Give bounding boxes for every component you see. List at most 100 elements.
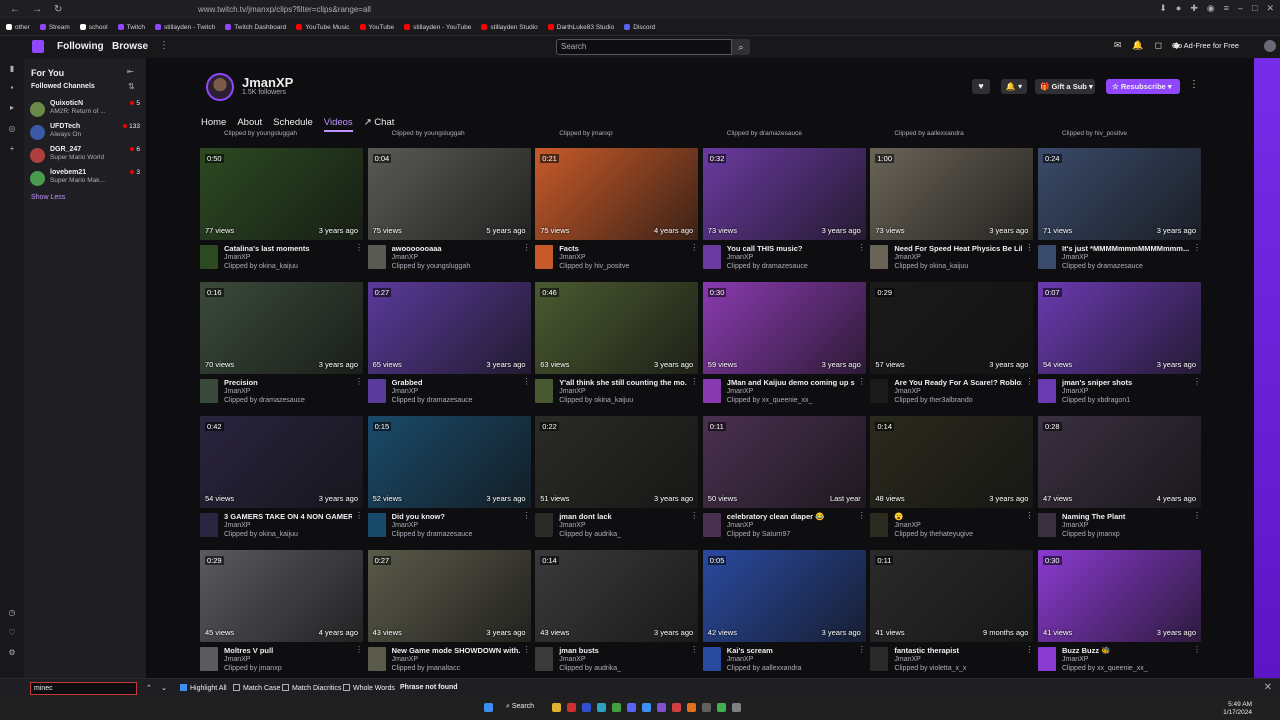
clip-more-icon[interactable]: ⋮ [690, 377, 698, 386]
clip-thumbnail[interactable]: 0:16 70 views 3 years ago [200, 282, 363, 374]
clip-thumbnail[interactable]: 0:05 42 views 3 years ago [702, 550, 866, 642]
clip-card[interactable]: 0:30 41 views 3 years ago Buzz Buzz 🐝 JmanXP… [1038, 550, 1201, 678]
clip-card[interactable]: 0:46 63 views 3 years ago Y'all think she s… [535, 282, 699, 414]
channel-avatar[interactable] [535, 245, 554, 269]
bookmark-item[interactable]: Stream [39, 24, 70, 31]
clip-card[interactable]: 0:30 59 views 3 years ago JMan and Kaijuu d… [702, 282, 866, 414]
files-icon[interactable] [552, 703, 561, 712]
clip-more-icon[interactable]: ⋮ [355, 645, 363, 654]
clip-clipper[interactable]: Clipped by Saturn97 [727, 531, 790, 538]
clip-clipper[interactable]: Clipped by dramazesauce [224, 397, 305, 404]
bookmark-item[interactable]: stillayden Studio [481, 24, 538, 31]
go-ad-free-button[interactable]: Go Ad-Free for Free [1172, 41, 1239, 50]
clip-title[interactable]: awooooooaaa [392, 244, 520, 253]
find-next-icon[interactable]: ⌄ [161, 684, 167, 692]
channel-avatar[interactable] [870, 513, 889, 537]
channel-avatar[interactable] [702, 379, 721, 403]
forward-icon[interactable]: → [32, 4, 42, 15]
clip-thumbnail[interactable]: 0:11 50 views Last year [702, 416, 866, 508]
clip-title[interactable]: Facts [559, 244, 687, 253]
profile-avatar[interactable] [1264, 40, 1276, 52]
clip-clipper[interactable]: Clipped by aallexxandra [727, 665, 802, 672]
download-icon[interactable]: ⬇ [1159, 3, 1167, 14]
sidebar-channel-item[interactable]: DGR_247 Super Mario World 6 [30, 146, 140, 168]
clip-more-icon[interactable]: ⋮ [523, 377, 531, 386]
more-icon[interactable]: ⋮ [159, 40, 169, 51]
discord-icon[interactable] [627, 703, 636, 712]
bookmark-item[interactable]: YouTube [359, 24, 394, 31]
channel-avatar[interactable] [367, 513, 386, 537]
clip-channel[interactable]: JmanXP [224, 254, 250, 261]
channel-avatar[interactable] [870, 379, 889, 403]
clip-channel[interactable]: JmanXP [727, 388, 753, 395]
clip-card[interactable]: 0:50 77 views 3 years ago Catalina's last m… [200, 148, 363, 280]
channel-avatar[interactable] [1038, 513, 1056, 537]
clip-thumbnail[interactable]: 1:00 73 views 3 years ago [870, 148, 1034, 240]
clip-clipper[interactable]: Clipped by violetta_x_x [894, 665, 966, 672]
clip-more-icon[interactable]: ⋮ [690, 511, 698, 520]
tab-videos[interactable]: Videos [323, 117, 353, 132]
app-icon[interactable] [642, 703, 651, 712]
clip-more-icon[interactable]: ⋮ [1193, 377, 1201, 386]
clip-channel[interactable]: JmanXP [894, 522, 920, 529]
browse-link[interactable]: Browse [112, 41, 148, 52]
heart-rail-icon[interactable]: ♡ [7, 628, 17, 638]
add-rail-icon[interactable]: + [7, 144, 17, 154]
clip-title[interactable]: Buzz Buzz 🐝 [1062, 646, 1190, 655]
clip-clipper[interactable]: Clipped by audrika_ [559, 665, 621, 672]
channel-avatar[interactable] [367, 647, 386, 671]
minimize-icon[interactable]: – [1238, 3, 1243, 14]
twitch-logo-icon[interactable] [32, 40, 44, 53]
channel-avatar[interactable] [535, 647, 554, 671]
app-icon[interactable] [582, 703, 591, 712]
close-window-icon[interactable]: ✕ [1266, 3, 1274, 14]
clip-thumbnail[interactable]: 0:27 65 views 3 years ago [367, 282, 531, 374]
clip-card[interactable]: 0:14 48 views 3 years ago 😮 JmanXP Clipped by… [870, 416, 1034, 548]
clip-card[interactable]: 0:04 75 views 5 years ago awooooooaaa JmanXP… [367, 148, 531, 280]
clip-more-icon[interactable]: ⋮ [1025, 243, 1033, 252]
clip-thumbnail[interactable]: 0:24 71 views 3 years ago [1038, 148, 1201, 240]
clip-thumbnail[interactable]: 0:15 52 views 3 years ago [367, 416, 531, 508]
clip-title[interactable]: jman dont lack [559, 512, 687, 521]
bookmark-item[interactable]: Twitch [117, 24, 145, 31]
clip-thumbnail[interactable]: 0:29 45 views 4 years ago [200, 550, 363, 642]
match-diacritics-checkbox[interactable]: Match Diacritics [282, 684, 341, 692]
clip-more-icon[interactable]: ⋮ [690, 243, 698, 252]
clip-thumbnail[interactable]: 0:14 43 views 3 years ago [535, 550, 699, 642]
channel-avatar[interactable] [367, 379, 386, 403]
app-icon[interactable] [597, 703, 606, 712]
clip-card[interactable]: 0:21 75 views 4 years ago Facts JmanXP Clippe… [535, 148, 699, 280]
channel-avatar[interactable] [702, 513, 721, 537]
clip-title[interactable]: Grabbed [392, 378, 520, 387]
clip-thumbnail[interactable]: 0:21 75 views 4 years ago [535, 148, 699, 240]
clip-clipper[interactable]: Clipped by youngsluggah [392, 263, 471, 270]
clip-title[interactable]: Catalina's last moments [224, 244, 352, 253]
clip-more-icon[interactable]: ⋮ [1025, 645, 1033, 654]
clip-title[interactable]: New Game mode SHOWDOWN with... [392, 646, 520, 655]
clip-thumbnail[interactable]: 0:50 77 views 3 years ago [200, 148, 363, 240]
clip-title[interactable]: Did you know? [392, 512, 520, 521]
globe-rail-icon[interactable]: ◎ [7, 124, 17, 134]
channel-avatar[interactable] [367, 245, 386, 269]
search-icon[interactable]: ⌕ [732, 39, 750, 55]
clip-title[interactable]: celebratory clean diaper 😂 [727, 512, 855, 521]
clip-card[interactable]: 0:07 54 views 3 years ago jman's sniper sho… [1038, 282, 1201, 414]
match-case-checkbox[interactable]: Match Case [233, 684, 280, 692]
channel-avatar[interactable] [200, 245, 218, 269]
chat-rail-icon[interactable]: ▪ [7, 83, 17, 93]
clip-card[interactable]: 0:16 70 views 3 years ago Precision JmanXP Cl… [200, 282, 363, 414]
inbox-icon[interactable]: ✉ [1114, 40, 1122, 51]
menu-icon[interactable]: ≡ [1224, 3, 1229, 14]
clip-title[interactable]: jman busts [559, 646, 687, 655]
clip-clipper[interactable]: Clipped by dramazesauce [392, 397, 473, 404]
bookmark-item[interactable]: Discord [624, 24, 655, 31]
clip-thumbnail[interactable]: 0:42 54 views 3 years ago [200, 416, 363, 508]
sort-icon[interactable]: ⇅ [128, 82, 135, 91]
clip-channel[interactable]: JmanXP [224, 656, 250, 663]
clip-title[interactable]: You call THIS music? [727, 244, 855, 253]
twitch-rail-icon[interactable]: ▮ [7, 64, 17, 74]
maximize-icon[interactable]: □ [1252, 3, 1257, 14]
extension-icon[interactable]: ● [1176, 3, 1181, 14]
clip-title[interactable]: jman's sniper shots [1062, 378, 1190, 387]
clip-more-icon[interactable]: ⋮ [1193, 645, 1201, 654]
